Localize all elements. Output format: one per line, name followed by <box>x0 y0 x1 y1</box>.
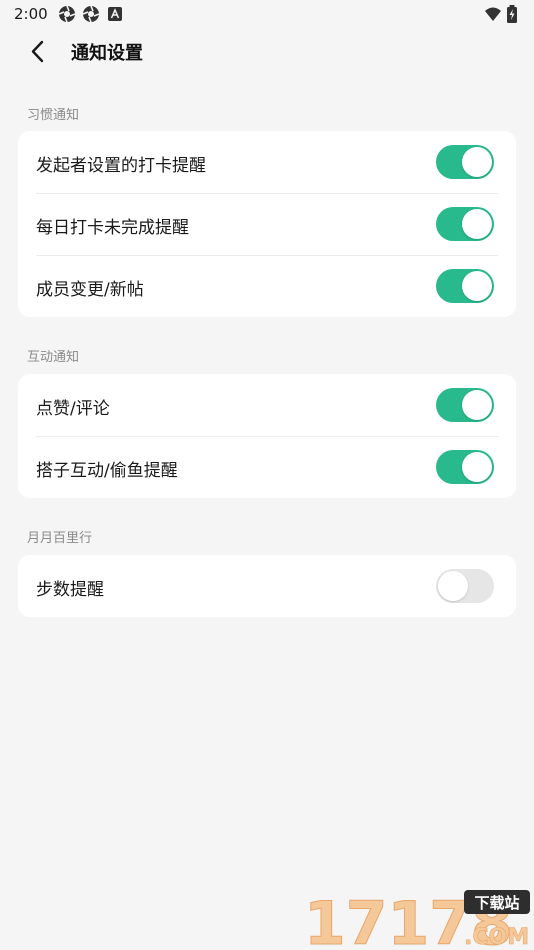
setting-label: 成员变更/新帖 <box>36 280 144 300</box>
setting-label: 步数提醒 <box>36 580 104 600</box>
status-time: 2:00 <box>14 5 48 23</box>
setting-label: 搭子互动/偷鱼提醒 <box>36 461 178 481</box>
toggle-switch[interactable] <box>436 145 494 179</box>
section-label-habit: 习惯通知 <box>27 108 80 123</box>
toggle-knob <box>462 390 492 420</box>
battery-charging-icon <box>507 5 517 23</box>
setting-label: 每日打卡未完成提醒 <box>36 218 189 238</box>
setting-row: 发起者设置的打卡提醒 <box>18 131 516 193</box>
toggle-switch[interactable] <box>436 207 494 241</box>
setting-label: 点赞/评论 <box>36 399 110 419</box>
font-a-icon <box>108 7 122 21</box>
toggle-knob <box>462 271 492 301</box>
toggle-switch[interactable] <box>436 450 494 484</box>
watermark-domain: .COM <box>464 925 529 948</box>
toggle-knob <box>438 571 468 601</box>
setting-row: 步数提醒 <box>18 555 516 617</box>
toggle-knob <box>462 452 492 482</box>
toggle-knob <box>462 147 492 177</box>
back-button[interactable] <box>22 36 54 68</box>
setting-row: 每日打卡未完成提醒 <box>18 193 516 255</box>
setting-label: 发起者设置的打卡提醒 <box>36 156 206 176</box>
watermark-tagline: 下载站 <box>474 894 519 912</box>
settings-card-interaction: 点赞/评论 搭子互动/偷鱼提醒 <box>18 374 516 498</box>
aperture-icon <box>82 5 100 23</box>
setting-row: 成员变更/新帖 <box>18 255 516 317</box>
toggle-knob <box>462 209 492 239</box>
section-label-interaction: 互动通知 <box>27 350 80 365</box>
toggle-switch[interactable] <box>436 388 494 422</box>
toggle-switch[interactable] <box>436 269 494 303</box>
chevron-left-icon <box>31 40 44 63</box>
page-title: 通知设置 <box>71 43 143 64</box>
section-label-walk: 月月百里行 <box>27 531 93 546</box>
aperture-icon <box>58 5 76 23</box>
app-bar: 通知设置 <box>0 28 534 76</box>
settings-card-walk: 步数提醒 <box>18 555 516 617</box>
settings-card-habit: 发起者设置的打卡提醒 每日打卡未完成提醒 成员变更/新帖 <box>18 131 516 317</box>
watermark-logo: 17178 下载站 .COM <box>304 890 530 948</box>
status-bar: 2:00 <box>0 0 534 28</box>
setting-row: 搭子互动/偷鱼提醒 <box>18 436 516 498</box>
setting-row: 点赞/评论 <box>18 374 516 436</box>
toggle-switch[interactable] <box>436 569 494 603</box>
wifi-icon <box>485 7 501 21</box>
